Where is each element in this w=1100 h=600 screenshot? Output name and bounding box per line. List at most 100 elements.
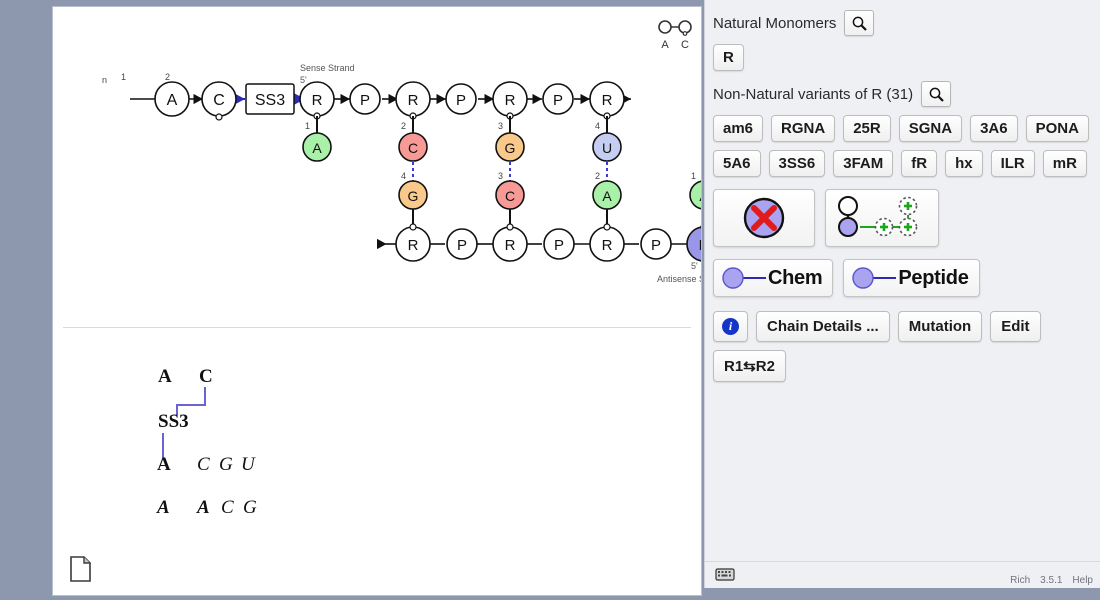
monomer-button-R[interactable]: R	[713, 44, 744, 71]
mutation-button[interactable]: Mutation	[898, 311, 982, 342]
backbone-node-antisense-r2[interactable]: R	[590, 224, 624, 261]
seq-line4-res-3[interactable]: G	[243, 497, 257, 518]
sense-base-index-2: 2	[401, 121, 406, 131]
backbone-node-antisense-r2-label: R	[602, 237, 613, 254]
monomer-button-fR[interactable]: fR	[901, 150, 937, 177]
swap-button-row: R1⇆R2	[705, 350, 1100, 382]
search-icon-non-natural[interactable]	[921, 81, 951, 107]
seq-modifier-label[interactable]: SS3	[158, 411, 189, 432]
backbone-node-antisense-p3-label: P	[457, 237, 467, 254]
backbone-node-antisense-p1[interactable]: P	[641, 229, 671, 259]
monomer-button-SGNA[interactable]: SGNA	[899, 115, 962, 142]
monomer-graph[interactable]: n 1 2 Sense Strand 5' A C	[53, 7, 701, 327]
edit-button[interactable]: Edit	[990, 311, 1040, 342]
backbone-node-antisense-r3[interactable]: R	[493, 224, 527, 261]
peptide-node-icon	[850, 266, 896, 290]
search-icon-natural[interactable]	[844, 10, 874, 36]
peptide-button-label: Peptide	[898, 267, 968, 290]
peptide-button[interactable]: Peptide	[843, 259, 979, 297]
delete-tool-button[interactable]	[713, 189, 815, 247]
info-button[interactable]: i	[713, 311, 748, 342]
backbone-node-sense-r3[interactable]: R	[493, 82, 527, 119]
non-natural-row-1: am6 RGNA 25R SGNA 3A6 PONA	[705, 115, 1100, 142]
seq-line4-res-0[interactable]: A	[156, 497, 170, 518]
backbone-node-antisense-r1-selected[interactable]: R	[687, 224, 701, 261]
backbone-node-sense-p1-label: P	[360, 92, 370, 109]
antisense-base-index-3: 3	[498, 171, 503, 181]
backbone-node-sense-r4-label: R	[602, 92, 613, 109]
monomer-node-C-2-label: C	[213, 92, 225, 109]
seq-line1-res-0[interactable]: A	[158, 366, 172, 387]
status-help-link[interactable]: Help	[1072, 575, 1093, 586]
chem-modifier-SS3[interactable]: SS3	[246, 84, 294, 114]
base-node-sense-1[interactable]: A	[303, 133, 331, 161]
backbone-node-sense-p2[interactable]: P	[446, 84, 476, 114]
chain-details-button[interactable]: Chain Details ...	[756, 311, 890, 342]
base-node-sense-4[interactable]: U	[593, 133, 621, 161]
base-node-antisense-2[interactable]: A	[593, 181, 621, 209]
backbone-node-sense-r4[interactable]: R	[590, 82, 624, 119]
n-terminus-label: n	[102, 75, 107, 85]
backbone-node-antisense-r4[interactable]: R	[396, 224, 430, 261]
backbone-node-sense-p2-label: P	[456, 92, 466, 109]
residue-index-2: 2	[165, 72, 170, 82]
monomer-button-3A6[interactable]: 3A6	[970, 115, 1018, 142]
chem-button[interactable]: Chem	[713, 259, 833, 297]
tool-button-row	[705, 189, 1100, 247]
connect-tool-button[interactable]	[825, 189, 939, 247]
document-icon[interactable]	[69, 555, 93, 583]
seq-line1-res-1[interactable]: C	[199, 366, 213, 387]
base-node-antisense-4[interactable]: G	[399, 181, 427, 209]
seq-line3-res-1[interactable]: C	[197, 454, 210, 475]
structure-canvas-window[interactable]: A C n 1	[52, 6, 702, 596]
monomer-button-am6[interactable]: am6	[713, 115, 763, 142]
base-node-antisense-1-label: A	[699, 188, 701, 204]
backbone-node-sense-r1[interactable]: R	[300, 82, 334, 119]
backbone-node-sense-p3[interactable]: P	[543, 84, 573, 114]
non-natural-row-2: 5A6 3SS6 3FAM fR hx ILR mR	[705, 150, 1100, 177]
monomer-button-RGNA[interactable]: RGNA	[771, 115, 835, 142]
non-natural-header: Non-Natural variants of R (31)	[705, 81, 1100, 107]
base-node-sense-2-label: C	[408, 140, 418, 156]
base-node-sense-4-label: U	[602, 140, 612, 156]
chem-node-icon	[720, 266, 766, 290]
backbone-node-sense-p1[interactable]: P	[350, 84, 380, 114]
monomer-button-ILR[interactable]: ILR	[991, 150, 1035, 177]
backbone-node-antisense-p2[interactable]: P	[544, 229, 574, 259]
monomer-node-A-1[interactable]: A	[155, 82, 189, 116]
chem-modifier-SS3-label: SS3	[255, 92, 285, 109]
seq-line3-res-2[interactable]: G	[219, 454, 233, 475]
base-node-antisense-1[interactable]: A	[690, 181, 701, 209]
monomer-button-3SS6[interactable]: 3SS6	[769, 150, 826, 177]
backbone-node-antisense-p3[interactable]: P	[447, 229, 477, 259]
base-node-sense-2[interactable]: C	[399, 133, 427, 161]
monomer-button-PONA[interactable]: PONA	[1026, 115, 1089, 142]
sense-base-index-1: 1	[305, 121, 310, 131]
monomer-button-25R[interactable]: 25R	[843, 115, 891, 142]
seq-line4-res-1[interactable]: A	[196, 497, 210, 518]
base-node-antisense-4-label: G	[408, 188, 419, 204]
backbone-node-sense-p3-label: P	[553, 92, 563, 109]
seq-line3-res-0[interactable]: A	[157, 454, 171, 475]
monomer-button-mR[interactable]: mR	[1043, 150, 1087, 177]
monomer-node-A-1-label: A	[167, 92, 178, 109]
sequence-text-view[interactable]: A C SS3 A C G U A A C G	[53, 337, 701, 537]
base-node-antisense-3[interactable]: C	[496, 181, 524, 209]
seq-line4-res-2[interactable]: C	[221, 497, 234, 518]
natural-monomer-list: R	[705, 44, 1100, 71]
monomer-node-C-2[interactable]: C	[202, 82, 236, 120]
monomer-browser-panel: Natural Monomers R Non-Natural variants …	[704, 0, 1100, 588]
residue-index-1: 1	[121, 72, 126, 82]
polymer-type-row: Chem Peptide	[705, 259, 1100, 297]
monomer-button-3FAM[interactable]: 3FAM	[833, 150, 893, 177]
backbone-node-sense-r2[interactable]: R	[396, 82, 430, 119]
monomer-button-hx[interactable]: hx	[945, 150, 983, 177]
sense-base-index-3: 3	[498, 121, 503, 131]
backbone-node-antisense-r3-label: R	[505, 237, 516, 254]
seq-line3-res-3[interactable]: U	[241, 454, 256, 475]
keyboard-icon[interactable]	[715, 566, 735, 582]
monomer-button-5A6[interactable]: 5A6	[713, 150, 761, 177]
backbone-node-antisense-p1-label: P	[651, 237, 661, 254]
base-node-sense-3[interactable]: G	[496, 133, 524, 161]
swap-r1-r2-button[interactable]: R1⇆R2	[713, 350, 786, 382]
